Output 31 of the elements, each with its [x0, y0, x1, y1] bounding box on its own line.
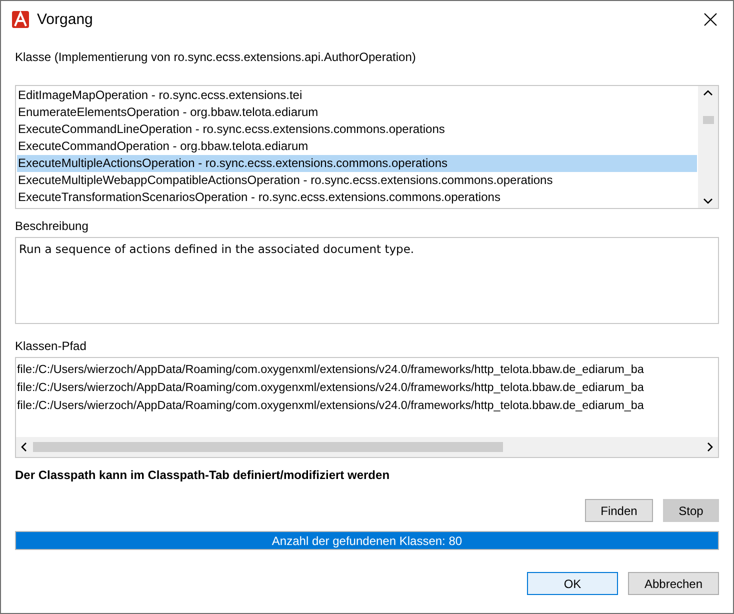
classpath-entry: file:/C:/Users/wierzoch/AppData/Roaming/com.oxygenxml/extensions/v24.0/frameworks/http_telota.bbaw.de_ediarum_ba: [17, 398, 645, 414]
scroll-left-icon[interactable]: [20, 442, 27, 452]
description-field[interactable]: Run a sequence of actions defined in the associated document type.: [15, 237, 719, 324]
description-label: Beschreibung: [15, 218, 90, 235]
progress-text: Anzahl der gefundenen Klassen: 80: [270, 532, 464, 549]
find-button[interactable]: Finden: [585, 499, 653, 522]
classpath-note: Der Classpath kann im Classpath-Tab definiert/modifiziert werden: [15, 468, 391, 482]
class-label: Klasse (Implementierung von ro.sync.ecss.extensions.api.AuthorOperation): [15, 49, 417, 66]
classpath-label: Klassen-Pfad: [15, 338, 88, 355]
classpath-entry: file:/C:/Users/wierzoch/AppData/Roaming/com.oxygenxml/extensions/v24.0/frameworks/http_telota.bbaw.de_ediarum_ba: [17, 380, 645, 396]
class-list-item[interactable]: ExecuteCommandOperation - org.bbaw.telota.ediarum: [17, 138, 697, 155]
vertical-scrollbar[interactable]: [698, 86, 718, 208]
scroll-thumb[interactable]: [702, 116, 714, 124]
horizontal-scrollbar[interactable]: [16, 437, 718, 457]
close-icon[interactable]: [704, 12, 716, 26]
class-list-item[interactable]: EnumerateElementsOperation - org.bbaw.telota.ediarum: [17, 104, 697, 121]
window-title: Vorgang: [37, 10, 94, 28]
cancel-button[interactable]: Abbrechen: [628, 572, 719, 595]
stop-button[interactable]: Stop: [663, 499, 719, 522]
class-list-item[interactable]: ExecuteCommandLineOperation - ro.sync.ecss.extensions.commons.operations: [17, 121, 697, 138]
scroll-thumb[interactable]: [33, 442, 503, 452]
class-list-item[interactable]: ExecuteMultipleWebappCompatibleActionsOperation - ro.sync.ecss.extensions.commons.operations: [17, 172, 697, 189]
class-list-item[interactable]: ExecuteMultipleActionsOperation - ro.sync.ecss.extensions.commons.operations: [17, 155, 697, 172]
scroll-right-icon[interactable]: [707, 442, 714, 452]
class-list-item[interactable]: EditImageMapOperation - ro.sync.ecss.extensions.tei: [17, 87, 697, 104]
classpath-entry: file:/C:/Users/wierzoch/AppData/Roaming/com.oxygenxml/extensions/v24.0/frameworks/http_telota.bbaw.de_ediarum_ba: [17, 362, 645, 378]
scroll-up-icon[interactable]: [703, 89, 713, 96]
scroll-down-icon[interactable]: [703, 198, 713, 205]
class-list-item[interactable]: ExecuteTransformationScenariosOperation - ro.sync.ecss.extensions.commons.operations: [17, 189, 697, 206]
ok-button[interactable]: OK: [527, 572, 618, 595]
app-logo-icon: [12, 10, 29, 28]
